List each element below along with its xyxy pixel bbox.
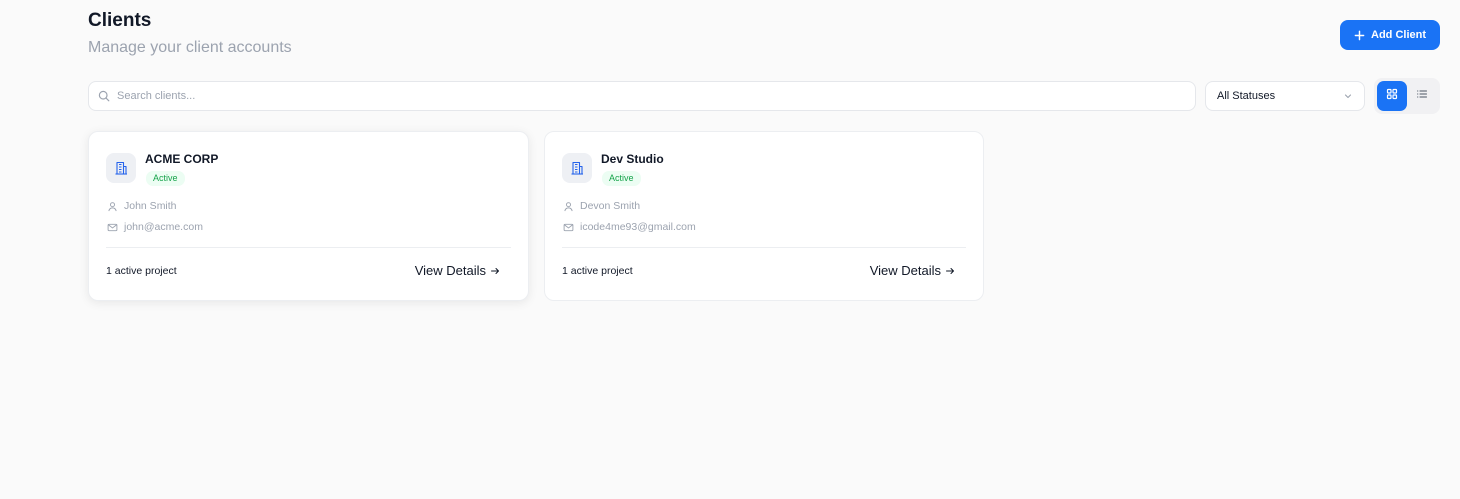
contact-name: John Smith <box>124 200 177 212</box>
client-contact: Devon Smith <box>563 200 640 212</box>
client-card[interactable]: ACME CORP Active John Smith john@acme.co… <box>88 131 529 301</box>
status-badge: Active <box>146 171 185 186</box>
view-details-label: View Details <box>414 263 486 278</box>
status-filter-select[interactable]: All Statuses <box>1205 81 1365 111</box>
mail-icon <box>563 222 574 233</box>
client-name: ACME CORP <box>145 152 219 166</box>
active-project-count: 1 active project <box>106 265 177 277</box>
grid-icon <box>1386 87 1398 105</box>
card-divider <box>562 247 966 248</box>
add-client-label: Add Client <box>1371 29 1426 41</box>
arrow-right-icon <box>945 266 955 276</box>
search-bar[interactable] <box>88 81 1196 111</box>
search-icon <box>98 90 110 102</box>
clients-page: Clients Manage your client accounts Add … <box>0 0 1460 499</box>
email-address: icode4me93@gmail.com <box>580 221 696 233</box>
active-project-count: 1 active project <box>562 265 633 277</box>
email-address: john@acme.com <box>124 221 203 233</box>
client-contact: John Smith <box>107 200 177 212</box>
status-filter-value: All Statuses <box>1217 90 1276 102</box>
arrow-right-icon <box>490 266 500 276</box>
page-title: Clients <box>88 10 152 31</box>
contact-name: Devon Smith <box>580 200 641 212</box>
search-input[interactable] <box>117 90 1177 102</box>
client-name: Dev Studio <box>601 152 664 166</box>
client-email: icode4me93@gmail.com <box>563 221 696 233</box>
client-email: john@acme.com <box>107 221 203 233</box>
building-icon <box>562 153 592 183</box>
view-details-link[interactable]: View Details <box>415 263 500 278</box>
mail-icon <box>107 222 118 233</box>
view-details-link[interactable]: View Details <box>870 263 955 278</box>
client-card[interactable]: Dev Studio Active Devon Smith icode4me93… <box>544 131 984 301</box>
grid-view-button[interactable] <box>1377 81 1407 111</box>
user-icon <box>107 201 118 212</box>
card-divider <box>106 247 511 248</box>
chevron-down-icon <box>1343 91 1353 101</box>
view-details-label: View Details <box>869 263 941 278</box>
building-icon <box>106 153 136 183</box>
add-client-button[interactable]: Add Client <box>1340 20 1440 50</box>
list-icon <box>1416 87 1428 105</box>
view-mode-toggle <box>1374 78 1440 114</box>
list-view-button[interactable] <box>1407 81 1437 111</box>
plus-icon <box>1354 30 1365 41</box>
page-subtitle: Manage your client accounts <box>88 39 292 56</box>
status-badge: Active <box>602 171 641 186</box>
user-icon <box>563 201 574 212</box>
